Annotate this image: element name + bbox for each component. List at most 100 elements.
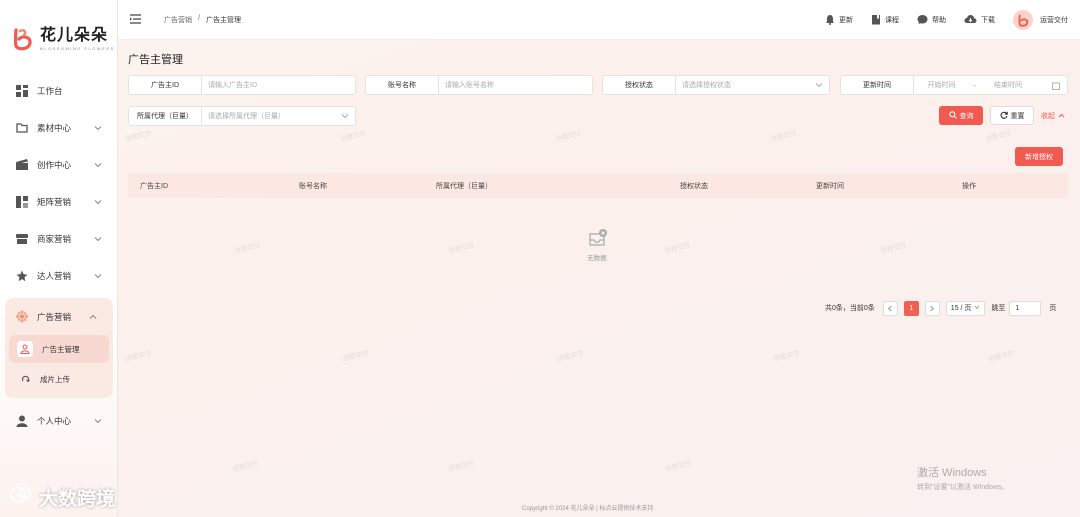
advertiser-icon: [17, 341, 33, 357]
matrix-icon: [16, 195, 28, 208]
help-button[interactable]: 帮助: [917, 14, 946, 27]
sidebar-item-workbench[interactable]: 工作台: [0, 72, 118, 109]
column-header: 更新时间: [816, 183, 844, 190]
chevron-down-icon: [94, 234, 102, 244]
sidebar-item-merchant[interactable]: 商家营销: [0, 220, 118, 257]
breadcrumb-parent[interactable]: 广告营销: [164, 15, 192, 25]
add-authorization-label: 新增授权: [1025, 153, 1053, 161]
query-button[interactable]: 查询: [939, 106, 983, 125]
sidebar-item-label: 矩阵营销: [37, 196, 72, 207]
prev-page-button[interactable]: [882, 300, 898, 316]
avatar: [1013, 10, 1033, 30]
sidebar-item-label: 商家营销: [37, 233, 72, 244]
account-name-input[interactable]: 请输入账号名称: [439, 80, 592, 90]
page-size-select[interactable]: 15 / 页: [945, 300, 986, 316]
range-arrow-icon: →: [970, 81, 978, 89]
brand-mascot-icon: [9, 485, 33, 511]
watermark: 运营交付: [987, 349, 1015, 363]
course-label: 课程: [885, 17, 899, 24]
logo-subtitle: BLOSSOMING FLOWERS: [40, 45, 115, 51]
sidebar-item-label: 达人营销: [37, 270, 72, 281]
sidebar: 花儿朵朵 BLOSSOMING FLOWERS 工作台 素材中心 创作中心 矩阵…: [0, 0, 118, 517]
page-size-value: 15 / 页: [950, 305, 972, 312]
watermark: 运营交付: [772, 349, 800, 363]
windows-activation-title: 激活 Windows: [917, 467, 987, 479]
update-button[interactable]: 更新: [825, 14, 853, 27]
app-logo[interactable]: 花儿朵朵 BLOSSOMING FLOWERS: [10, 24, 115, 54]
watermark: 运营交付: [447, 459, 475, 473]
sidebar-item-label: 创作中心: [37, 159, 72, 170]
sidebar-item-influencer[interactable]: 达人营销: [0, 257, 118, 294]
chevron-up-icon: [1058, 113, 1065, 120]
end-time-input[interactable]: 结束时间: [979, 80, 1037, 90]
account-name-field[interactable]: 账号名称 请输入账号名称: [365, 75, 593, 95]
start-time-input[interactable]: 开始时间: [914, 80, 969, 90]
sidebar-item-ads[interactable]: 广告营销: [5, 298, 113, 335]
chevron-down-icon: [341, 113, 349, 121]
sidebar-item-personal[interactable]: 个人中心: [0, 402, 118, 439]
course-button[interactable]: 课程: [871, 14, 899, 27]
agency-placeholder[interactable]: 请选择所属代理（巨量）: [202, 111, 355, 121]
empty-box-icon: [587, 229, 609, 250]
chevron-down-icon: [94, 160, 102, 170]
sidebar-subitem-video-upload[interactable]: 成片上传: [5, 363, 113, 395]
reset-label: 重置: [1010, 112, 1025, 120]
chat-icon: [917, 14, 928, 27]
sidebar-subitem-label: 成片上传: [40, 374, 70, 384]
top-header: 广告营销 / 广告主管理 更新 课程 帮助 下载 运营交付: [118, 0, 1080, 40]
page-number[interactable]: 1: [903, 300, 919, 316]
chevron-down-icon: [94, 123, 102, 133]
bell-icon: [825, 14, 835, 27]
sidebar-item-matrix[interactable]: 矩阵营销: [0, 183, 118, 220]
watermark: 运营交付: [556, 349, 584, 363]
next-page-button[interactable]: [924, 300, 940, 316]
auth-status-label: 授权状态: [603, 76, 676, 94]
chevron-down-icon: [94, 416, 102, 426]
agency-label: 所属代理（巨量）: [129, 107, 202, 125]
collapse-link[interactable]: 收起: [1041, 111, 1065, 121]
overlay-brand: 大数跨境: [9, 484, 115, 511]
watermark: 运营交付: [341, 349, 369, 363]
sidebar-subitem-advertiser-mgmt[interactable]: 广告主管理: [9, 335, 109, 363]
reset-button[interactable]: 重置: [990, 106, 1034, 125]
cloud-download-icon: [964, 14, 977, 26]
sidebar-item-material[interactable]: 素材中心: [0, 109, 118, 146]
download-label: 下载: [981, 17, 995, 24]
user-menu[interactable]: 运营交付: [1013, 10, 1068, 30]
sidebar-item-label: 个人中心: [37, 415, 72, 426]
jump-page-input[interactable]: 1: [1009, 300, 1042, 316]
advertiser-id-label: 广告主ID: [129, 76, 202, 94]
clapperboard-icon: [16, 158, 28, 171]
watermark: 运营交付: [554, 129, 582, 143]
watermark: 运营交付: [984, 129, 1012, 143]
folder-icon: [16, 122, 28, 134]
watermark: 运营交付: [769, 129, 797, 143]
download-button[interactable]: 下载: [964, 14, 995, 26]
update-time-label: 更新时间: [841, 76, 914, 94]
user-name: 运营交付: [1040, 17, 1068, 24]
breadcrumb-separator: /: [198, 15, 200, 22]
menu-collapse-icon[interactable]: [130, 14, 141, 26]
update-time-range[interactable]: 更新时间 开始时间 → 结束时间: [840, 75, 1068, 95]
star-icon: [16, 270, 28, 282]
chevron-down-icon: [94, 271, 102, 281]
pagination: 共0条，当前0条 1 15 / 页 跳至 1 页: [825, 300, 1056, 316]
auth-status-select[interactable]: 授权状态 请选择授权状态: [602, 75, 830, 95]
calendar-icon: [1052, 82, 1060, 92]
watermark: 运营交付: [233, 241, 261, 255]
chevron-up-icon: [89, 312, 97, 322]
chevron-down-icon: [974, 305, 980, 312]
windows-activation-hint: 转到"设置"以激活 Windows。: [917, 484, 1009, 491]
sidebar-item-label: 广告营销: [37, 311, 72, 322]
agency-select[interactable]: 所属代理（巨量） 请选择所属代理（巨量）: [128, 106, 356, 126]
sidebar-group-ads: 广告营销 广告主管理 成片上传: [5, 298, 113, 398]
page-unit-label: 页: [1049, 305, 1057, 312]
advertiser-id-field[interactable]: 广告主ID 请输入广告主ID: [128, 75, 356, 95]
auth-status-placeholder[interactable]: 请选择授权状态: [676, 80, 829, 90]
add-authorization-button[interactable]: 新增授权: [1015, 147, 1063, 166]
sidebar-menu: 工作台 素材中心 创作中心 矩阵营销 商家营销 达人营销 广告营销 广告主管理 …: [0, 72, 118, 439]
advertiser-id-input[interactable]: 请输入广告主ID: [202, 80, 355, 90]
watermark: 运营交付: [447, 241, 475, 255]
watermark: 运营交付: [664, 459, 692, 473]
sidebar-item-creation[interactable]: 创作中心: [0, 146, 118, 183]
